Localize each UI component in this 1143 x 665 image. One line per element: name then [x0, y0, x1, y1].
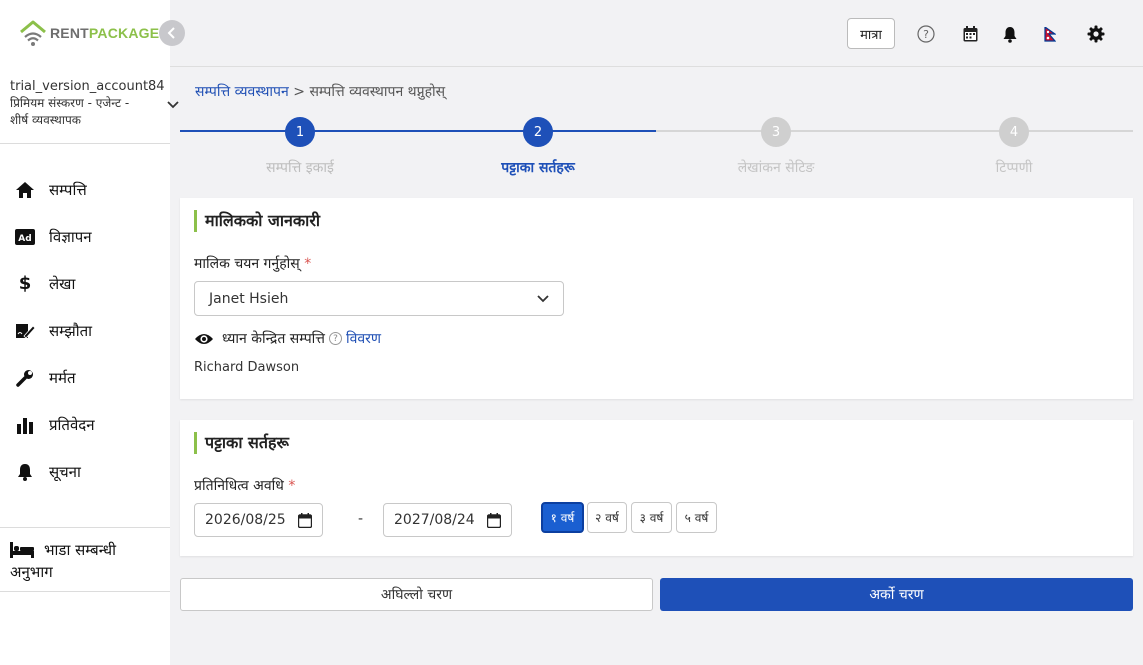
chevron-down-icon[interactable] — [166, 98, 180, 114]
step-2-number: 2 — [523, 117, 553, 147]
sidebar-item-notifications[interactable]: सूचना — [0, 448, 170, 495]
date-range-dash: - — [358, 511, 364, 527]
help-icon[interactable]: ? — [916, 24, 936, 44]
period-label-text: प्रतिनिधित्व अवधि — [194, 478, 284, 494]
lease-card-title: पट्टाका सर्तहरू — [194, 432, 289, 454]
focus-property-row: ध्यान केन्द्रित सम्पत्ति ? विवरण — [194, 329, 381, 348]
step-3-number: 3 — [761, 117, 791, 147]
sidebar-item-accounts[interactable]: $ लेखा — [0, 260, 170, 307]
breadcrumb-root-link[interactable]: सम्पत्ति व्यवस्थापन — [195, 84, 289, 100]
owner-select-value: Janet Hsieh — [209, 290, 289, 307]
step-3[interactable]: 3 लेखांकन सेटिङ — [656, 117, 896, 177]
account-switcher[interactable]: trial_version_account84 प्रिमियम संस्करण… — [0, 68, 179, 144]
wrench-icon — [14, 367, 36, 389]
bar-chart-icon — [14, 414, 36, 436]
focus-owner-name: Richard Dawson — [194, 360, 300, 375]
sidebar-item-label: विज्ञापन — [49, 227, 92, 246]
mode-button[interactable]: मात्रा — [847, 18, 895, 49]
sidebar-item-label: लेखा — [49, 274, 76, 293]
owner-select[interactable]: Janet Hsieh — [194, 281, 564, 316]
sidebar-item-maintenance[interactable]: मर्मत — [0, 354, 170, 401]
dollar-icon: $ — [18, 273, 32, 294]
step-3-label: लेखांकन सेटिङ — [737, 160, 815, 176]
step-2-label: पट्टाका सर्तहरू — [501, 160, 575, 176]
year-option-1[interactable]: १ वर्ष — [541, 502, 584, 533]
contract-icon — [14, 320, 36, 342]
eye-icon — [194, 332, 214, 346]
sidebar-item-advertisement[interactable]: Ad विज्ञापन — [0, 213, 170, 260]
sidebar-item-label: प्रतिवेदन — [49, 415, 95, 434]
next-step-button[interactable]: अर्को चरण — [660, 578, 1133, 611]
owner-card-title: मालिकको जानकारी — [194, 210, 320, 232]
svg-text:?: ? — [923, 28, 929, 41]
year-option-5[interactable]: ५ वर्ष — [676, 502, 717, 533]
logo-text-package: PACKAGE — [88, 25, 160, 41]
ad-icon: Ad — [14, 226, 36, 248]
sidebar-item-contract[interactable]: सम्झौता — [0, 307, 170, 354]
step-4-number: 4 — [999, 117, 1029, 147]
topbar: मात्रा ? — [170, 0, 1143, 67]
sidebar-item-reports[interactable]: प्रतिवेदन — [0, 401, 170, 448]
required-mark: * — [304, 256, 312, 272]
detail-link[interactable]: विवरण — [346, 329, 381, 348]
sidebar-item-label: सूचना — [49, 462, 81, 481]
flag-nepal-icon[interactable] — [1040, 24, 1060, 44]
rent-section-label-line1: भाडा सम्बन्धी — [44, 541, 116, 559]
help-icon[interactable]: ? — [328, 332, 342, 345]
logo-text-rent: RENT — [50, 25, 89, 41]
account-role: प्रिमियम संस्करण - एजेन्ट - शीर्ष व्यवस्… — [10, 96, 130, 127]
logo-text: RENTPACKAGE — [50, 25, 159, 41]
start-date-value: 2026/08/25 — [205, 512, 286, 528]
home-icon — [14, 179, 36, 201]
logo-house-wifi-icon — [20, 20, 46, 46]
sidebar-item-label: सम्झौता — [49, 321, 93, 340]
step-1-label: सम्पत्ति इकाई — [266, 160, 334, 176]
account-name: trial_version_account84 — [10, 79, 165, 94]
calendar-icon — [298, 512, 312, 528]
sidebar-item-property[interactable]: सम्पत्ति — [0, 166, 170, 213]
logo[interactable]: RENTPACKAGE — [18, 18, 159, 48]
focus-property-label: ध्यान केन्द्रित सम्पत्ति — [222, 331, 325, 347]
step-1[interactable]: 1 सम्पत्ति इकाई — [180, 117, 420, 177]
owner-select-label: मालिक चयन गर्नुहोस् * — [194, 254, 311, 273]
year-option-3[interactable]: ३ वर्ष — [631, 502, 672, 533]
step-2[interactable]: 2 पट्टाका सर्तहरू — [418, 117, 658, 177]
period-label: प्रतिनिधित्व अवधि * — [194, 476, 295, 495]
chevron-left-icon — [167, 27, 175, 39]
bed-icon — [10, 542, 34, 558]
owner-select-label-text: मालिक चयन गर्नुहोस् — [194, 256, 300, 272]
sidebar-collapse-button[interactable] — [159, 20, 185, 46]
start-date-input[interactable]: 2026/08/25 — [194, 503, 323, 537]
rent-section-link[interactable]: भाडा सम्बन्धी अनुभाग — [0, 527, 170, 592]
breadcrumb-current: सम्पत्ति व्यवस्थापन थप्नुहोस् — [309, 84, 446, 100]
step-1-number: 1 — [285, 117, 315, 147]
bell-icon — [14, 461, 36, 483]
sidebar: RENTPACKAGE trial_version_account84 प्रि… — [0, 0, 179, 665]
notification-bell-icon[interactable] — [1000, 24, 1020, 44]
settings-gear-icon[interactable] — [1086, 24, 1106, 44]
chevron-down-icon — [537, 294, 549, 302]
end-date-input[interactable]: 2027/08/24 — [383, 503, 512, 537]
breadcrumb-separator: > — [293, 84, 305, 100]
required-mark: * — [288, 478, 296, 494]
sidebar-item-label: मर्मत — [49, 368, 76, 387]
year-option-2[interactable]: २ वर्ष — [587, 502, 627, 533]
step-4-label: टिप्पणी — [995, 160, 1033, 176]
sidebar-nav: सम्पत्ति Ad विज्ञापन $ लेखा सम्झौता मर्म… — [0, 166, 170, 495]
calendar-icon[interactable] — [960, 24, 980, 44]
svg-text:Ad: Ad — [18, 234, 31, 244]
calendar-icon — [487, 512, 501, 528]
lease-terms-card: पट्टाका सर्तहरू प्रतिनिधित्व अवधि * 2026… — [180, 420, 1133, 556]
sidebar-item-label: सम्पत्ति — [49, 180, 87, 199]
previous-step-button[interactable]: अघिल्लो चरण — [180, 578, 653, 611]
stepper: 1 सम्पत्ति इकाई 2 पट्टाका सर्तहरू 3 लेखा… — [180, 117, 1133, 177]
owner-info-card: मालिकको जानकारी मालिक चयन गर्नुहोस् * Ja… — [180, 198, 1133, 399]
step-4[interactable]: 4 टिप्पणी — [894, 117, 1134, 177]
breadcrumb: सम्पत्ति व्यवस्थापन > सम्पत्ति व्यवस्थाप… — [195, 82, 445, 101]
rent-section-label-line2: अनुभाग — [10, 563, 53, 581]
end-date-value: 2027/08/24 — [394, 512, 475, 528]
